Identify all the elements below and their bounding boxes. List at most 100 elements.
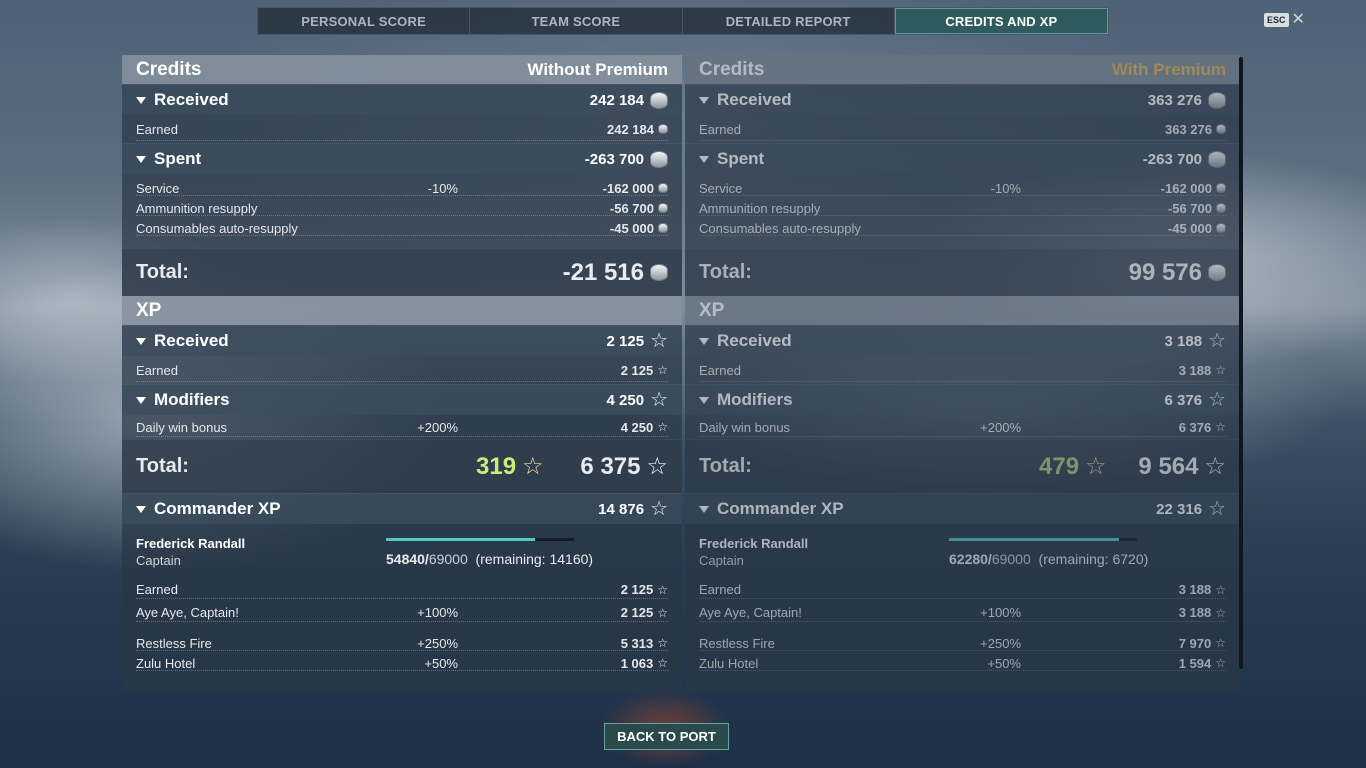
- service-pct: -10%: [990, 180, 1021, 196]
- free-xp-value: 319: [476, 452, 517, 480]
- xp-star-icon: ☆: [657, 582, 668, 597]
- daily-win-value: 4 250: [620, 419, 654, 435]
- captain-xp-progress-fill: [949, 538, 1119, 541]
- ammo-value: -56 700: [609, 200, 654, 216]
- credits-title: Credits: [136, 58, 202, 80]
- consumables-value: -45 000: [609, 220, 654, 236]
- modifiers-row[interactable]: Modifiers 6 376 ☆: [685, 384, 1240, 415]
- service-value: -162 000: [1160, 180, 1212, 196]
- zulu-hotel-label: Zulu Hotel: [136, 655, 196, 671]
- xp-star-icon: ☆: [1215, 420, 1226, 434]
- xp-received-row[interactable]: Received 2 125 ☆: [122, 325, 682, 356]
- free-xp-star-icon: ☆: [522, 452, 544, 480]
- restless-fire-label: Restless Fire: [136, 635, 212, 651]
- xp-star-icon: ☆: [1208, 389, 1226, 411]
- close-button[interactable]: ESC ✕: [1264, 12, 1305, 28]
- xp-received-value: 2 125: [606, 332, 645, 350]
- captain-info: Frederick Randall Captain 62280/69000 (r…: [685, 524, 1240, 572]
- tab-personal-score[interactable]: PERSONAL SCORE: [258, 8, 471, 34]
- received-value: 242 184: [589, 91, 644, 109]
- earned-row: Earned 242 184: [122, 115, 682, 143]
- xp-earned-value: 3 188: [1178, 362, 1212, 378]
- xp-star-icon: ☆: [1215, 582, 1226, 597]
- captain-earned-row: Earned 2 125 ☆: [122, 578, 682, 601]
- service-row: Service -10% -162 000: [122, 178, 682, 198]
- credits-spent-row[interactable]: Spent -263 700: [122, 143, 682, 174]
- xp-total-value: 9 564: [1138, 452, 1199, 480]
- tab-detailed-report[interactable]: DETAILED REPORT: [683, 8, 895, 34]
- commander-xp-label: Commander XP: [717, 499, 844, 518]
- captain-earned-value: 3 188: [1178, 582, 1212, 597]
- back-to-port-button[interactable]: BACK TO PORT: [604, 723, 729, 750]
- credits-coin-icon: [1216, 223, 1226, 233]
- xp-received-label: Received: [154, 331, 229, 350]
- collapse-triangle-icon: [136, 337, 146, 345]
- restless-fire-label: Restless Fire: [699, 635, 775, 651]
- xp-earned-label: Earned: [699, 362, 741, 378]
- modifiers-value: 6 376: [1164, 391, 1203, 409]
- captain-earned-label: Earned: [136, 582, 178, 597]
- xp-total-row: Total: 319 ☆ 6 375 ☆: [122, 439, 682, 493]
- commander-xp-row[interactable]: Commander XP 22 316 ☆: [685, 493, 1240, 524]
- daily-win-row: Daily win bonus +200% 4 250 ☆: [122, 415, 682, 439]
- collapse-triangle-icon: [699, 155, 709, 163]
- xp-star-icon: ☆: [657, 420, 668, 434]
- xp-earned-row: Earned 2 125 ☆: [122, 356, 682, 384]
- xp-star-icon: ☆: [646, 452, 668, 480]
- credits-coin-icon: [1216, 183, 1226, 193]
- collapse-triangle-icon: [136, 396, 146, 404]
- captain-rank: Captain: [136, 553, 181, 568]
- daily-win-label: Daily win bonus: [136, 419, 228, 435]
- modifiers-row[interactable]: Modifiers 4 250 ☆: [122, 384, 682, 415]
- zulu-hotel-row: Zulu Hotel +50% 1 063 ☆: [122, 653, 682, 673]
- credits-coin-icon: [650, 91, 668, 109]
- xp-received-row[interactable]: Received 3 188 ☆: [685, 325, 1240, 356]
- aye-aye-row: Aye Aye, Captain! +100% 2 125 ☆: [122, 601, 682, 624]
- ammo-label: Ammunition resupply: [136, 200, 258, 216]
- received-label: Received: [154, 90, 229, 109]
- commander-xp-row[interactable]: Commander XP 14 876 ☆: [122, 493, 682, 524]
- collapse-triangle-icon: [136, 96, 146, 104]
- xp-header: XP: [122, 296, 682, 325]
- credits-received-row[interactable]: Received 242 184: [122, 84, 682, 115]
- captain-xp-max: 69000: [991, 551, 1031, 567]
- captain-info: Frederick Randall Captain 54840/69000 (r…: [122, 524, 682, 572]
- spent-label: Spent: [154, 149, 202, 168]
- modifiers-value: 4 250: [606, 391, 645, 409]
- daily-win-value: 6 376: [1178, 419, 1212, 435]
- credits-coin-icon: [1208, 150, 1226, 168]
- captain-earned-value: 2 125: [620, 582, 654, 597]
- credits-received-row[interactable]: Received 363 276: [685, 84, 1240, 115]
- aye-aye-value: 2 125: [620, 605, 654, 620]
- tab-credits-and-xp[interactable]: CREDITS AND XP: [894, 8, 1108, 34]
- variant-label: With Premium: [1111, 59, 1226, 79]
- ammo-row: Ammunition resupply -56 700: [685, 198, 1240, 218]
- captain-earned-row: Earned 3 188 ☆: [685, 578, 1240, 601]
- collapse-triangle-icon: [699, 337, 709, 345]
- captain-xp-max: 69000: [428, 551, 468, 567]
- xp-star-icon: ☆: [1215, 656, 1226, 670]
- collapse-triangle-icon: [699, 505, 709, 513]
- captain-xp-remaining: (remaining: 6720): [1038, 551, 1149, 567]
- tab-team-score[interactable]: TEAM SCORE: [470, 8, 683, 34]
- captain-rank: Captain: [699, 553, 744, 568]
- xp-total-row: Total: 479 ☆ 9 564 ☆: [685, 439, 1240, 493]
- zulu-hotel-pct: +50%: [987, 655, 1021, 671]
- ammo-value: -56 700: [1167, 200, 1212, 216]
- credits-title: Credits: [699, 58, 765, 80]
- earned-label: Earned: [699, 121, 741, 137]
- xp-star-icon: ☆: [657, 363, 668, 377]
- result-tabs: PERSONAL SCORE TEAM SCORE DETAILED REPOR…: [257, 7, 1109, 35]
- restless-fire-value: 7 970: [1178, 635, 1212, 651]
- collapse-triangle-icon: [699, 96, 709, 104]
- xp-title: XP: [699, 299, 725, 321]
- aye-aye-label: Aye Aye, Captain!: [136, 605, 239, 620]
- earned-row: Earned 363 276: [685, 115, 1240, 143]
- zulu-hotel-pct: +50%: [424, 655, 458, 671]
- credits-spent-row[interactable]: Spent -263 700: [685, 143, 1240, 174]
- scrollbar[interactable]: [1239, 57, 1243, 669]
- panel-without-premium: Credits Without Premium Received 242 184…: [122, 55, 682, 692]
- zulu-hotel-label: Zulu Hotel: [699, 655, 759, 671]
- credits-coin-icon: [658, 203, 668, 213]
- spent-label: Spent: [717, 149, 765, 168]
